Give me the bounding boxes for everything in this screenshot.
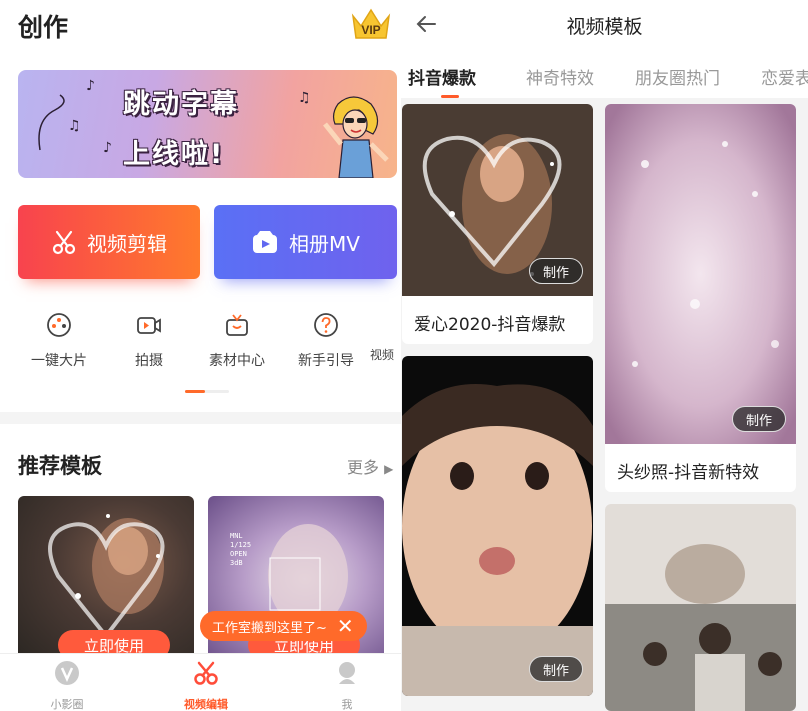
tab-me[interactable]: 我 [302,660,392,711]
template-caption: 头纱照-抖音新特效 [617,463,760,483]
page-indicator [185,390,229,393]
help-icon [314,313,338,337]
banner-line1: 跳动字幕 [123,89,239,120]
camera-overlay-text: MNL 1/125 OPEN 3dB [230,532,252,567]
promo-banner[interactable]: ♪ ♫ ♪ ♫ 跳动字幕 上线啦! [18,70,397,178]
dancing-girl-illustration [323,96,389,178]
video-edit-button[interactable]: 视频剪辑 [18,205,200,279]
tool-label: 一键大片 [31,353,87,369]
category-tabs: 抖音爆款 神奇特效 朋友圈热门 恋爱表 [401,50,808,98]
music-note-icon: ♫ [298,90,311,106]
film-reel-icon [47,313,71,337]
tool-video[interactable]: 视频 [370,312,401,363]
tab-moments-hot[interactable]: 朋友圈热门 [635,64,720,89]
squiggle-decoration [38,94,65,151]
create-pane: 创作 VIP ♪ ♫ ♪ ♫ 跳动字幕 上线啦! 视频剪辑 相册MV 一键大片 … [0,0,401,711]
studio-moved-toast[interactable]: 工作室搬到这里了~ ✕ [200,611,367,641]
music-note-icon: ♪ [103,140,112,156]
template-caption: 爱心2020-抖音爆款 [414,315,566,335]
tool-label: 素材中心 [209,353,265,369]
close-icon[interactable]: ✕ [337,616,354,636]
tool-label: 拍摄 [135,353,163,369]
video-icon [370,312,396,338]
profile-icon [339,662,355,684]
template-preview-image [402,356,593,696]
make-button[interactable]: 制作 [529,656,583,682]
music-note-icon: ♪ [86,78,95,94]
tab-magic-effects[interactable]: 神奇特效 [526,64,594,89]
album-mv-button[interactable]: 相册MV [214,205,397,279]
section-divider [0,412,401,424]
bottom-tab-bar: 小影圈 视频编辑 我 [0,653,401,711]
template-card[interactable]: 制作 头纱照-抖音新特效 [605,104,796,492]
video-edit-label: 视频剪辑 [87,231,167,256]
make-button[interactable]: 制作 [732,406,786,432]
camera-icon [137,317,161,334]
header-bar: 视频模板 [401,0,808,50]
vip-label: VIP [361,23,380,37]
tool-one-click-film[interactable]: 一键大片 [14,312,104,370]
template-pane: 视频模板 抖音爆款 神奇特效 朋友圈热门 恋爱表 制作 爱心2020-抖音爆款 [401,0,808,711]
toast-text: 工作室搬到这里了~ [212,620,327,636]
tool-label: 视频 [370,348,395,362]
template-preview-image [605,104,796,444]
tool-shoot[interactable]: 拍摄 [104,312,194,370]
recommended-template-card[interactable]: 立即使用 [18,496,194,662]
more-link[interactable]: 更多 ▶ [347,454,393,478]
active-tab-indicator [441,95,459,98]
tab-moments[interactable]: 小影圈 [22,660,112,711]
album-icon [253,231,278,253]
chevron-right-icon: ▶ [384,462,394,476]
v-circle-icon [55,661,79,685]
template-card[interactable]: 制作 [402,356,593,696]
tab-video-edit[interactable]: 视频编辑 [161,660,251,711]
scissors-icon [194,661,218,685]
make-button[interactable]: 制作 [529,258,583,284]
banner-line2: 上线啦! [123,139,225,170]
tool-beginner-guide[interactable]: 新手引导 [281,312,371,370]
scissors-icon [52,230,76,255]
template-card[interactable] [605,504,796,711]
vip-crown-icon[interactable]: VIP [350,6,392,42]
tool-row: 一键大片 拍摄 素材中心 新手引导 视频 [0,312,401,372]
gift-box-icon [226,314,248,336]
tool-label: 新手引导 [298,353,354,369]
template-preview-image [605,504,796,711]
tool-material-center[interactable]: 素材中心 [192,312,282,370]
tab-douyin-hot[interactable]: 抖音爆款 [408,64,476,89]
tab-love[interactable]: 恋爱表 [761,64,808,89]
template-card[interactable]: 制作 爱心2020-抖音爆款 [402,104,593,344]
album-mv-label: 相册MV [289,231,360,256]
section-title: 推荐模板 [18,454,102,478]
page-title: 视频模板 [566,16,643,38]
page-title: 创作 [18,13,69,42]
